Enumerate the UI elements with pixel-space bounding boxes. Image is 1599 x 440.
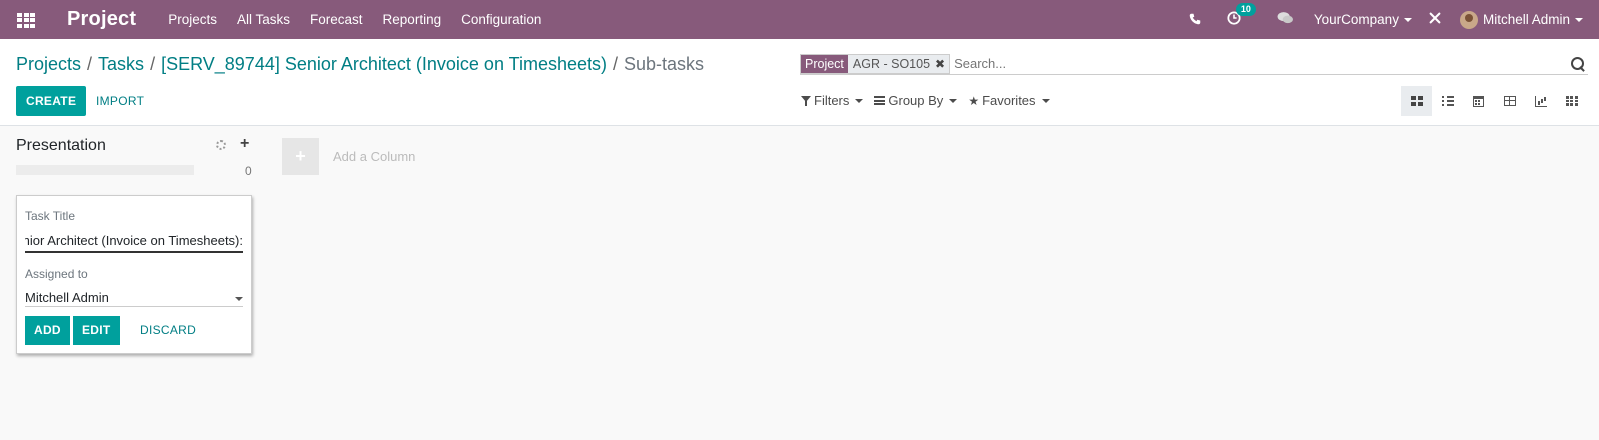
kanban-icon: [1410, 96, 1423, 106]
navbar-systray: 10 YourCompany Mitchell Admin: [1189, 0, 1599, 39]
company-name: YourCompany: [1313, 12, 1399, 27]
graph-view-button[interactable]: [1525, 86, 1556, 116]
calendar-view-button[interactable]: [1463, 86, 1494, 116]
filter-icon: [801, 95, 811, 106]
import-button[interactable]: IMPORT: [92, 86, 148, 116]
discard-button[interactable]: DISCARD: [140, 316, 196, 345]
breadcrumb-task[interactable]: [SERV_89744] Senior Architect (Invoice o…: [161, 54, 607, 74]
breadcrumb-separator: /: [87, 54, 93, 74]
table-icon: [1503, 96, 1516, 106]
facet-label: Project: [801, 54, 848, 73]
apps-menu-icon[interactable]: [17, 12, 35, 28]
menu-all-tasks[interactable]: All Tasks: [237, 12, 290, 27]
kanban-view-button[interactable]: [1401, 86, 1432, 116]
task-title-label: Task Title: [25, 209, 76, 223]
menu-forecast[interactable]: Forecast: [310, 12, 363, 27]
user-menu[interactable]: Mitchell Admin: [1459, 10, 1583, 29]
add-button[interactable]: ADD: [25, 316, 70, 345]
filters-dropdown[interactable]: Filters: [801, 93, 864, 108]
control-panel: Projects / Tasks / [SERV_89744] Senior Archi…: [0, 39, 1599, 126]
gear-icon[interactable]: [216, 140, 226, 150]
activity-count-badge: 10: [1235, 3, 1256, 16]
search-input[interactable]: [954, 56, 1570, 71]
pivot-view-button[interactable]: [1494, 86, 1525, 116]
group-by-label: Group By: [888, 93, 944, 108]
chevron-down-icon: [1041, 98, 1050, 103]
facet-value: AGR - SO105: [847, 54, 936, 73]
app-brand[interactable]: Project: [67, 8, 136, 31]
assigned-to-label: Assigned to: [25, 267, 88, 281]
edit-button[interactable]: EDIT: [73, 316, 120, 345]
kanban-column: Presentation + 0: [16, 135, 252, 178]
list-icon: [1441, 96, 1454, 106]
add-column-label: Add a Column: [333, 149, 416, 164]
chevron-down-icon: [1403, 18, 1412, 23]
grid-icon: [1565, 96, 1578, 106]
search-facet[interactable]: Project AGR - SO105 ✖: [800, 53, 951, 74]
company-switcher[interactable]: YourCompany: [1314, 12, 1412, 27]
favorites-dropdown[interactable]: ★ Favorites: [968, 93, 1050, 108]
favorites-label: Favorites: [982, 93, 1036, 108]
menu-projects[interactable]: Projects: [168, 12, 217, 27]
list-view-button[interactable]: [1432, 86, 1463, 116]
breadcrumb-separator: /: [150, 54, 156, 74]
breadcrumb: Projects / Tasks / [SERV_89744] Senior Archi…: [16, 54, 704, 75]
menu-configuration[interactable]: Configuration: [461, 12, 541, 27]
task-title-value: [SERV_89744] Senior Architect (Invoice o…: [25, 233, 243, 248]
top-navbar: Project Projects All Tasks Forecast Repo…: [0, 0, 1599, 39]
task-title-input[interactable]: [SERV_89744] Senior Architect (Invoice o…: [25, 233, 243, 253]
breadcrumb-projects[interactable]: Projects: [16, 54, 81, 74]
breadcrumb-current: Sub-tasks: [624, 54, 705, 74]
bars-icon: [874, 96, 886, 105]
avatar: [1459, 10, 1478, 29]
chevron-down-icon: [949, 98, 958, 103]
user-name: Mitchell Admin: [1482, 12, 1570, 27]
view-switcher: [1401, 86, 1587, 116]
column-count: 0: [245, 164, 252, 178]
bar-chart-icon: [1534, 95, 1547, 107]
breadcrumb-separator: /: [612, 54, 618, 74]
search-bar: Project AGR - SO105 ✖: [800, 53, 1588, 75]
menu-reporting[interactable]: Reporting: [383, 12, 442, 27]
grid-view-button[interactable]: [1556, 86, 1587, 116]
search-options: Filters Group By ★ Favorites: [801, 93, 1061, 108]
chat-bubbles-icon[interactable]: [1277, 11, 1294, 28]
activity-clock-icon[interactable]: 10: [1227, 3, 1256, 28]
group-by-dropdown[interactable]: Group By: [874, 93, 958, 108]
quick-create-form: Task Title [SERV_89744] Senior Architect…: [16, 195, 252, 354]
star-icon: ★: [968, 93, 980, 108]
plus-icon[interactable]: +: [240, 135, 249, 153]
filters-label: Filters: [814, 93, 850, 108]
calendar-icon: [1473, 95, 1484, 107]
chevron-down-icon: [855, 98, 864, 103]
assigned-to-select[interactable]: Mitchell Admin: [25, 290, 243, 307]
add-column-button[interactable]: + Add a Column: [282, 138, 415, 175]
chevron-down-icon: [1575, 17, 1583, 22]
column-progress-bar: [16, 165, 194, 175]
plus-icon: +: [282, 138, 319, 175]
phone-icon[interactable]: [1189, 12, 1201, 28]
assigned-to-value: Mitchell Admin: [25, 290, 109, 305]
breadcrumb-tasks[interactable]: Tasks: [98, 54, 144, 74]
search-icon[interactable]: [1570, 56, 1586, 72]
create-button[interactable]: CREATE: [16, 86, 87, 116]
facet-remove-icon[interactable]: ✖: [935, 54, 950, 73]
chevron-down-icon: [235, 297, 243, 301]
debug-tools-icon[interactable]: [1428, 11, 1442, 28]
